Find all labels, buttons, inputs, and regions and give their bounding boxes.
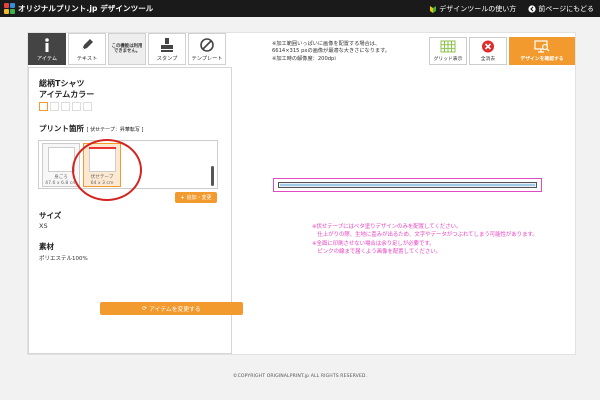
back-link[interactable]: 前ページにもどる [528, 4, 594, 14]
material-value: ポリエステル100% [39, 256, 88, 262]
print-method: [ 伏せテープ：昇華転写 ] [86, 127, 144, 133]
tool-stamp-label: スタンプ [156, 56, 178, 62]
info-icon [45, 38, 49, 52]
design-canvas[interactable] [278, 182, 537, 188]
stamp-icon [161, 38, 173, 52]
change-item-button[interactable]: ⟳ アイテムを変更する [100, 302, 243, 315]
tool-stamp-button[interactable]: スタンプ [148, 33, 186, 65]
color-swatch[interactable] [83, 102, 92, 111]
grid-icon [440, 40, 456, 53]
color-swatch[interactable] [50, 102, 59, 111]
refresh-icon: ⟳ [142, 305, 148, 312]
print-note: ※加工範囲いっぱいに画像を配置する場合は、 6614×315 pxの画像が最適な… [272, 41, 390, 63]
warning-line: ピンクの線まで届くよう画像を配置してください。 [312, 249, 442, 256]
color-swatch[interactable] [72, 102, 81, 111]
change-item-label: アイテムを変更する [149, 307, 201, 313]
footer-copyright: ©COPYRIGHT ORIGINALPRINT.jp ALL RIGHTS R… [232, 374, 368, 379]
tool-item-button[interactable]: アイテム [28, 33, 66, 65]
print-area-boundary [273, 178, 542, 192]
top-bar: オリジナルプリント.jp デザインツール デザインツールの使い方 前ページにもど… [0, 0, 600, 17]
size-label: サイズ [39, 211, 62, 220]
confirm-design-button[interactable]: デザインを確認する [509, 37, 575, 65]
color-swatch[interactable] [61, 102, 70, 111]
print-note-line: 6614×315 pxの画像が最適な大きさになります。 [272, 48, 390, 55]
confirm-design-label: デザインを確認する [520, 57, 564, 62]
plus-icon: + [180, 194, 185, 201]
tool-unavailable-button: この機能は利用できません。 [108, 33, 146, 65]
logo-text: オリジナルプリント.jp デザインツール [18, 4, 154, 13]
logo-mark-icon [4, 3, 15, 14]
how-to-use-label: デザインツールの使い方 [439, 4, 517, 13]
site-logo[interactable]: オリジナルプリント.jp デザインツール [4, 3, 153, 14]
clear-all-label: 全消去 [480, 57, 496, 62]
grid-toggle-label: グリッド表示 [433, 57, 463, 62]
tool-template-button[interactable]: テンプレート [188, 33, 226, 65]
clear-all-button[interactable]: 全消去 [469, 37, 507, 65]
tool-bar: アイテム テキスト この機能は利用できません。 スタンプ テンプレート [28, 33, 228, 65]
scrollbar-thumb[interactable] [211, 166, 214, 186]
how-to-use-link[interactable]: デザインツールの使い方 [429, 4, 516, 14]
tool-text-label: テキスト [76, 56, 98, 62]
color-swatches [39, 102, 94, 111]
print-area-label: プリント箇所 [ 伏せテープ：昇華転写 ] [39, 123, 143, 134]
warning-line: 仕上がりの際、生地に歪みが出るため、文字やデータがつぶれてしまう可能性があります… [312, 232, 538, 239]
tool-text-button[interactable]: テキスト [68, 33, 106, 65]
back-arrow-icon [528, 4, 536, 13]
design-panel: アイテム テキスト この機能は利用できません。 スタンプ テンプレート 総柄Tシ… [27, 32, 576, 355]
warning-line: ※全面に印刷させない場合は余り足しが必要です。 [312, 240, 435, 247]
monitor-search-icon [534, 40, 550, 53]
print-area-title: プリント箇所 [39, 124, 84, 133]
warning-line: ※伏せテープにはベタ塗りデザインのみを配置してください。 [312, 224, 462, 230]
add-change-button[interactable]: + 追加・変更 [175, 192, 217, 203]
back-label: 前ページにもどる [538, 4, 594, 13]
material-label: 素材 [39, 242, 54, 251]
action-buttons: グリッド表示 全消去 デザインを確認する [427, 37, 575, 65]
shirt-thumbnail [48, 147, 75, 172]
pen-icon [81, 39, 93, 51]
size-value: XS [39, 222, 48, 230]
print-note-line: ※加工時の解像度：200dpi [272, 55, 336, 62]
item-title: 総柄Tシャツ アイテムカラー [39, 78, 94, 100]
item-name: 総柄Tシャツ [39, 79, 85, 88]
close-icon [482, 40, 494, 53]
template-icon [200, 38, 214, 52]
grid-toggle-button[interactable]: グリッド表示 [429, 37, 467, 65]
tool-unavailable-label: この機能は利用できません。 [111, 43, 143, 55]
print-area-size: 47.6 x 6.8 cm [45, 181, 77, 186]
tool-template-label: テンプレート [191, 56, 223, 62]
add-change-label: 追加・変更 [186, 195, 212, 201]
item-color-label: アイテムカラー [39, 90, 95, 99]
highlight-circle [72, 139, 142, 201]
color-swatch[interactable] [39, 102, 48, 111]
warning-message: ※伏せテープにはベタ塗りデザインのみを配置してください。 仕上がりの際、生地に歪… [312, 223, 538, 257]
tool-item-label: アイテム [36, 56, 58, 62]
beginner-icon [430, 5, 437, 13]
